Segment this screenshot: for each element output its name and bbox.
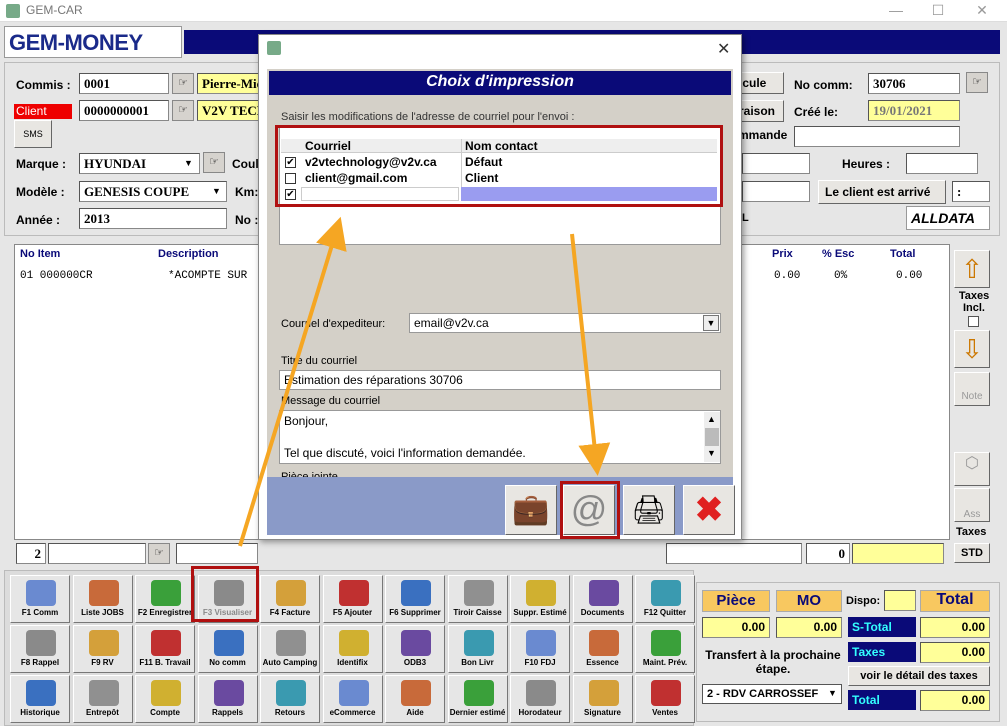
f3-highlight xyxy=(191,566,259,622)
arrow-to-list xyxy=(238,216,347,547)
annotation-arrows xyxy=(238,216,611,547)
arrow-to-send xyxy=(570,233,611,476)
